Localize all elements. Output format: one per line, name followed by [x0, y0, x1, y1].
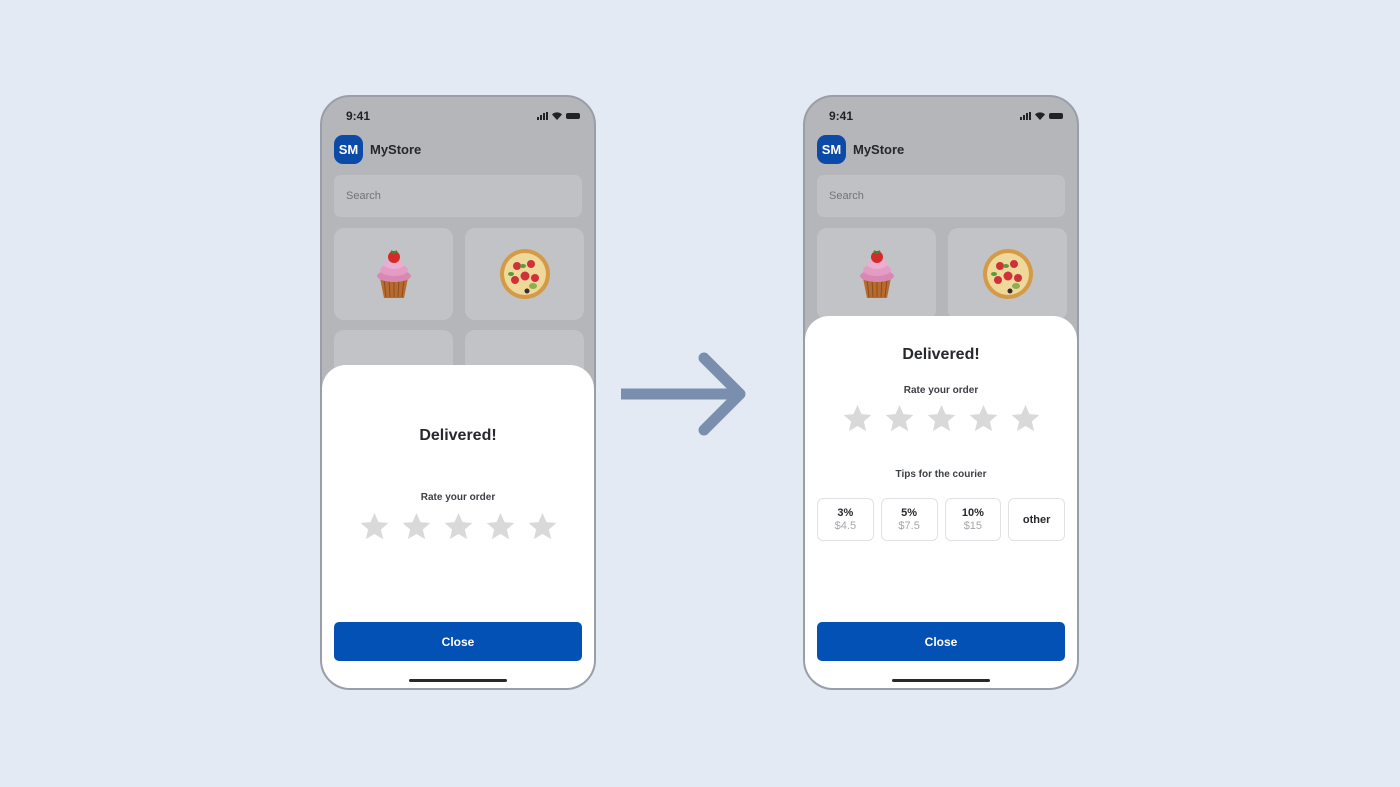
star-icon[interactable] [527, 511, 558, 542]
app-header: SM MyStore [334, 135, 421, 164]
battery-icon [566, 113, 580, 119]
avatar[interactable]: SM [334, 135, 363, 164]
product-tile-cupcake[interactable] [334, 228, 453, 320]
tip-amount: $15 [963, 520, 983, 532]
cupcake-icon [366, 246, 422, 302]
star-rating[interactable] [805, 403, 1077, 434]
close-button[interactable]: Close [817, 622, 1065, 661]
rating-label: Rate your order [903, 385, 979, 396]
app-name: MyStore [853, 142, 905, 157]
tip-option-3[interactable]: 3% $4.5 [817, 498, 874, 541]
star-icon[interactable] [443, 511, 474, 542]
home-indicator[interactable] [409, 679, 507, 682]
wifi-icon [552, 112, 562, 120]
product-tile-pizza[interactable] [465, 228, 584, 320]
star-icon[interactable] [359, 511, 390, 542]
product-tile-pizza[interactable] [948, 228, 1067, 320]
tip-percent: 3% [837, 507, 854, 519]
tip-amount: $7.5 [898, 520, 920, 532]
search-input[interactable]: Search [817, 175, 1065, 217]
close-button[interactable]: Close [334, 622, 582, 661]
sheet-title: Delivered! [902, 346, 980, 363]
star-icon[interactable] [884, 403, 915, 434]
tip-option-other[interactable]: other [1008, 498, 1065, 541]
arrow-right-icon [621, 352, 746, 436]
star-icon[interactable] [401, 511, 432, 542]
product-tile-cupcake[interactable] [817, 228, 936, 320]
delivered-sheet: Delivered! Rate your order Close [322, 365, 594, 688]
tip-option-5[interactable]: 5% $7.5 [880, 498, 938, 541]
wifi-icon [1035, 112, 1045, 120]
pizza-icon [497, 246, 553, 302]
tip-percent: 5% [901, 507, 918, 519]
star-icon[interactable] [842, 403, 873, 434]
status-time: 9:41 [829, 109, 854, 123]
signal-icon [1020, 112, 1031, 120]
phone-screen-after: 9:41 SM MyStore Search Delivered! Rate y… [803, 95, 1079, 690]
star-icon[interactable] [968, 403, 999, 434]
home-indicator[interactable] [892, 679, 990, 682]
tip-option-10[interactable]: 10% $15 [944, 498, 1002, 541]
star-icon[interactable] [485, 511, 516, 542]
status-bar: 9:41 [829, 109, 1063, 123]
sheet-title: Delivered! [419, 427, 497, 444]
phone-screen-before: 9:41 SM MyStore Search Delivered! Rate y… [320, 95, 596, 690]
tips-label: Tips for the courier [895, 469, 987, 480]
signal-icon [537, 112, 548, 120]
tip-other-label: other [1022, 513, 1051, 526]
status-bar: 9:41 [346, 109, 580, 123]
search-input[interactable]: Search [334, 175, 582, 217]
star-icon[interactable] [926, 403, 957, 434]
battery-icon [1049, 113, 1063, 119]
tip-options: 3% $4.5 5% $7.5 10% $15 other [817, 498, 1065, 541]
cupcake-icon [849, 246, 905, 302]
tip-amount: $4.5 [834, 520, 857, 532]
star-rating[interactable] [322, 511, 594, 542]
pizza-icon [980, 246, 1036, 302]
star-icon[interactable] [1010, 403, 1041, 434]
app-header: SM MyStore [817, 135, 904, 164]
tip-percent: 10% [961, 507, 984, 519]
status-time: 9:41 [346, 109, 371, 123]
delivered-sheet: Delivered! Rate your order Tips for the … [805, 316, 1077, 688]
avatar[interactable]: SM [817, 135, 846, 164]
rating-label: Rate your order [420, 492, 496, 503]
app-name: MyStore [370, 142, 422, 157]
